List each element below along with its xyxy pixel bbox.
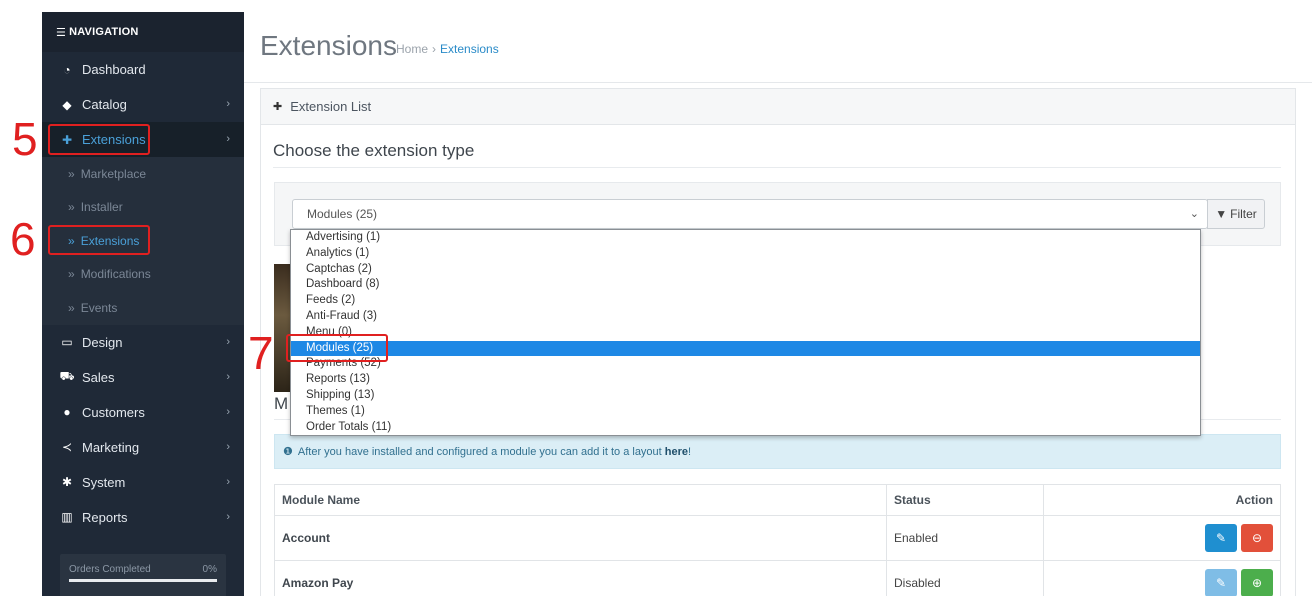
sidebar-item-dashboard[interactable]: ◔ Dashboard	[42, 52, 244, 87]
sidebar-subitem-installer[interactable]: » Installer	[42, 190, 244, 224]
cart-icon: ⛟	[59, 369, 75, 383]
user-icon: ●	[63, 405, 71, 419]
dropdown-option[interactable]: Payments (52)	[291, 356, 1200, 372]
table-row: Account Enabled ✎ ⊖	[274, 515, 1281, 561]
plus-circle-icon: ⊕	[1251, 576, 1263, 590]
chevron-down-icon: ⌄	[1189, 208, 1199, 220]
chevron-right-icon: ›	[226, 98, 230, 110]
annotation-box	[286, 334, 388, 362]
double-chevron-icon: »	[68, 200, 75, 215]
uninstall-button[interactable]: ⊖	[1241, 524, 1273, 552]
table-header-row: Module Name Status Action	[274, 484, 1281, 516]
breadcrumb: Home › Extensions	[396, 42, 499, 56]
dropdown-option[interactable]: Menu (0)	[291, 325, 1200, 341]
choose-type-title: Choose the extension type	[273, 141, 475, 160]
chevron-right-icon: ›	[226, 370, 230, 383]
dropdown-option[interactable]: Analytics (1)	[291, 246, 1200, 262]
sidebar-subitem-modifications[interactable]: » Modifications	[42, 257, 244, 291]
layout-link[interactable]: here	[665, 446, 688, 458]
info-icon: ❶	[283, 446, 293, 458]
chevron-right-icon: ›	[226, 133, 230, 145]
install-button[interactable]: ⊕	[1241, 569, 1273, 596]
puzzle-icon: ✚	[273, 101, 283, 113]
module-status: Disabled	[886, 560, 1044, 596]
chevron-right-icon: ›	[226, 335, 230, 348]
double-chevron-icon: »	[68, 267, 75, 282]
action-cell: ✎ ⊖	[1043, 515, 1281, 561]
monitor-icon: ▭	[61, 335, 73, 349]
dropdown-option[interactable]: Captchas (2)	[291, 262, 1200, 278]
double-chevron-icon: »	[68, 166, 75, 181]
dropdown-option[interactable]: Dashboard (8)	[291, 277, 1200, 293]
annotation-box	[48, 225, 150, 255]
dropdown-option[interactable]: Themes (1)	[291, 404, 1200, 420]
dropdown-option[interactable]: Advertising (1)	[291, 230, 1200, 246]
tag-icon: ◆	[62, 97, 72, 112]
edit-button[interactable]: ✎	[1205, 524, 1237, 552]
divider	[273, 167, 1281, 168]
extension-type-dropdown: Advertising (1) Analytics (1) Captchas (2)…	[290, 229, 1201, 436]
chevron-right-icon: ›	[226, 475, 230, 488]
sidebar-subitem-events[interactable]: » Events	[42, 291, 244, 325]
dashboard-icon: ◔	[63, 62, 71, 77]
filter-button[interactable]: ▼ Filter	[1207, 199, 1265, 229]
navigation-header[interactable]: ☰ NAVIGATION	[42, 12, 244, 52]
sidebar: ☰ NAVIGATION ◔ Dashboard ◆ Catalog › ✚ E…	[42, 12, 244, 596]
share-icon: ≺	[61, 440, 73, 454]
module-name: Account	[274, 515, 887, 561]
chevron-right-icon: ›	[226, 440, 230, 453]
header-divider	[244, 82, 1312, 83]
column-header-status[interactable]: Status	[886, 484, 1044, 516]
pencil-icon: ✎	[1215, 531, 1227, 545]
annotation-number: 6	[10, 213, 36, 265]
panel-heading: ✚ Extension List	[261, 89, 1295, 125]
sidebar-item-marketing[interactable]: ≺ Marketing ›	[42, 430, 244, 465]
chevron-right-icon: ›	[226, 510, 230, 523]
gear-icon: ✱	[61, 475, 73, 489]
dropdown-option[interactable]: Reports (13)	[291, 372, 1200, 388]
annotation-number: 5	[12, 113, 38, 165]
annotation-box	[48, 124, 150, 155]
module-name: Amazon Pay	[274, 560, 887, 596]
column-header-module-name[interactable]: Module Name	[274, 484, 887, 516]
annotation-number: 7	[248, 327, 274, 379]
dropdown-option[interactable]: Feeds (2)	[291, 293, 1200, 309]
section-title: M	[274, 394, 289, 413]
extension-type-select[interactable]: Modules (25) ⌄	[292, 199, 1208, 229]
breadcrumb-home[interactable]: Home	[396, 42, 428, 56]
progress-bar	[69, 579, 217, 582]
breadcrumb-separator-icon: ›	[432, 42, 437, 56]
page-title: Extensions	[260, 30, 397, 61]
sidebar-item-system[interactable]: ✱ System ›	[42, 465, 244, 500]
filter-icon: ▼	[1215, 207, 1228, 221]
module-status: Enabled	[886, 515, 1044, 561]
dropdown-option[interactable]: Anti-Fraud (3)	[291, 309, 1200, 325]
sidebar-item-design[interactable]: ▭ Design ›	[42, 325, 244, 360]
dropdown-option[interactable]: Order Totals (11)	[291, 420, 1200, 436]
modules-table: Module Name Status Action Account Enable…	[274, 484, 1281, 596]
sidebar-item-sales[interactable]: ⛟ Sales ›	[42, 360, 244, 395]
orders-completed-progress: Orders Completed 0%	[60, 554, 226, 596]
chevron-right-icon: ›	[226, 405, 230, 418]
sidebar-item-customers[interactable]: ● Customers ›	[42, 395, 244, 430]
screen: ☰ NAVIGATION ◔ Dashboard ◆ Catalog › ✚ E…	[0, 0, 1312, 596]
pencil-icon: ✎	[1215, 576, 1227, 590]
hamburger-icon: ☰	[56, 26, 67, 39]
minus-circle-icon: ⊖	[1251, 531, 1263, 545]
table-row: Amazon Pay Disabled ✎ ⊕	[274, 560, 1281, 596]
dropdown-option[interactable]: Shipping (13)	[291, 388, 1200, 404]
info-alert: ❶ After you have installed and configure…	[274, 434, 1281, 469]
double-chevron-icon: »	[68, 300, 75, 315]
sidebar-item-catalog[interactable]: ◆ Catalog ›	[42, 87, 244, 122]
bar-chart-icon: ▥	[61, 510, 73, 524]
sidebar-subitem-marketplace[interactable]: » Marketplace	[42, 157, 244, 191]
breadcrumb-extensions[interactable]: Extensions	[440, 42, 499, 56]
dropdown-option[interactable]: Modules (25)	[291, 340, 1200, 357]
sidebar-item-reports[interactable]: ▥ Reports ›	[42, 500, 244, 535]
action-cell: ✎ ⊕	[1043, 560, 1281, 596]
column-header-action: Action	[1043, 484, 1281, 516]
edit-button[interactable]: ✎	[1205, 569, 1237, 596]
